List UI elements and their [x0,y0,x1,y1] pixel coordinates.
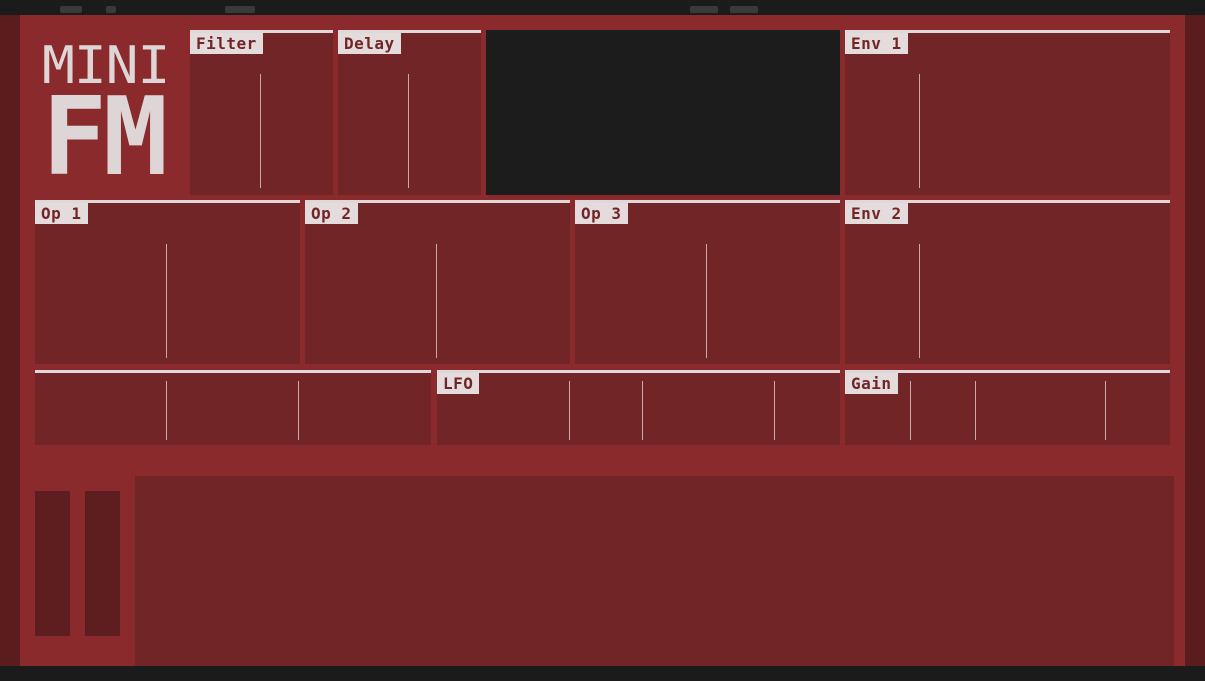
op2-slider[interactable] [436,244,437,358]
delay-label: Delay [338,33,401,54]
pitch-wheel[interactable] [35,491,70,636]
app-logo: MINI FM [42,40,172,192]
mod-slider[interactable] [166,381,167,440]
env1-label: Env 1 [845,33,908,54]
filter-label: Filter [190,33,263,54]
waveform-display [486,30,840,195]
op3-panel: Op 3 [575,200,840,364]
left-rail [0,15,20,666]
lfo-label: LFO [437,373,480,394]
right-rail [1185,15,1205,666]
top-bar [0,0,1205,15]
op1-label: Op 1 [35,203,88,224]
gain-slider[interactable] [975,381,976,440]
env2-slider[interactable] [919,244,920,358]
keyboard-area[interactable] [135,476,1174,666]
mod-panel [35,370,431,445]
gain-slider[interactable] [910,381,911,440]
lfo-slider[interactable] [774,381,775,440]
mod-wheel[interactable] [85,491,120,636]
op1-panel: Op 1 [35,200,300,364]
env1-slider[interactable] [919,74,920,188]
mod-slider[interactable] [298,381,299,440]
lfo-slider[interactable] [642,381,643,440]
env1-panel: Env 1 [845,30,1170,195]
filter-panel: Filter [190,30,333,195]
filter-slider[interactable] [260,74,261,188]
lfo-slider[interactable] [569,381,570,440]
gain-panel: Gain [845,370,1170,445]
top-knob[interactable] [690,6,718,13]
op3-label: Op 3 [575,203,628,224]
op2-panel: Op 2 [305,200,570,364]
top-knob[interactable] [106,6,116,13]
lfo-panel: LFO [437,370,840,445]
delay-panel: Delay [338,30,481,195]
gain-slider[interactable] [1105,381,1106,440]
env2-panel: Env 2 [845,200,1170,364]
logo-fm-text: FM [42,75,168,200]
top-knob[interactable] [60,6,82,13]
env2-label: Env 2 [845,203,908,224]
op3-slider[interactable] [706,244,707,358]
bottom-bar [0,666,1205,681]
op2-label: Op 2 [305,203,358,224]
gain-label: Gain [845,373,898,394]
delay-slider[interactable] [408,74,409,188]
top-knob[interactable] [225,6,255,13]
op1-slider[interactable] [166,244,167,358]
top-knob[interactable] [730,6,758,13]
